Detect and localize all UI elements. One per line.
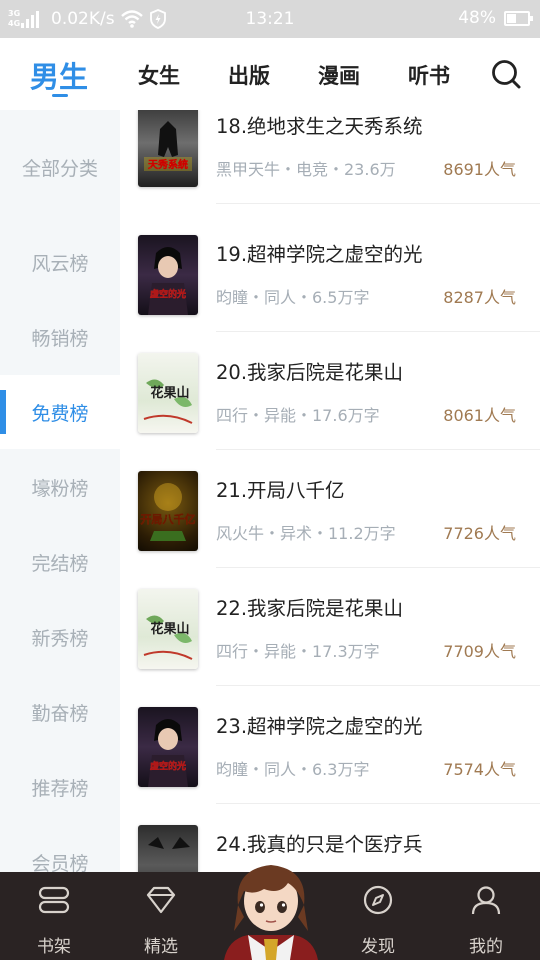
book-cover[interactable]: 花果山 — [138, 589, 198, 669]
cover-title: 虚空的光 — [150, 288, 186, 300]
book-meta: 黑甲天牛・电竞・23.6万 — [216, 160, 396, 179]
sidebar-item-top-fans[interactable]: 壕粉榜 — [0, 450, 120, 524]
list-item[interactable]: 花果山 20.我家后院是花果山 四行・异能・17.6万字 8061人气 — [120, 332, 540, 450]
cover-title: 天秀系统 — [148, 158, 188, 171]
nav-label: 发现 — [361, 937, 395, 957]
active-tab-indicator — [52, 94, 68, 97]
compass-icon — [363, 885, 393, 915]
cover-title: 开局八千亿 — [141, 512, 196, 526]
book-title: 20.我家后院是花果山 — [216, 361, 404, 384]
nav-label: 精选 — [144, 937, 178, 957]
list-item[interactable]: 虚空的光 19.超神学院之虚空的光 昀瞳・同人・6.5万字 8287人气 — [120, 214, 540, 332]
top-tab-bar: 男生 女生 出版 漫画 听书 — [0, 38, 540, 110]
list-item[interactable]: 虚空的光 23.超神学院之虚空的光 昀瞳・同人・6.3万字 7574人气 — [120, 686, 540, 804]
book-cover[interactable] — [138, 825, 198, 872]
sidebar-item-newcomers[interactable]: 新秀榜 — [0, 600, 120, 674]
tab-audiobooks[interactable]: 听书 — [408, 60, 450, 90]
book-cover[interactable]: 虚空的光 — [138, 235, 198, 315]
book-cover[interactable]: 天秀系统 — [138, 110, 198, 187]
nav-profile[interactable]: 我的 — [451, 872, 521, 960]
book-meta: 昀瞳・同人・6.3万字 — [216, 760, 370, 779]
battery-percent: 48% — [458, 8, 496, 28]
row-divider — [216, 203, 540, 204]
sidebar-item-free[interactable]: 免费榜 — [0, 375, 120, 449]
book-meta: 风火牛・异术・11.2万字 — [216, 524, 396, 543]
user-icon — [471, 886, 501, 915]
sidebar-item-completed[interactable]: 完结榜 — [0, 525, 120, 599]
book-popularity: 8061人气 — [443, 406, 516, 425]
book-popularity: 8287人气 — [443, 288, 516, 307]
ranking-sidebar: 全部分类 风云榜 畅销榜 免费榜 壕粉榜 完结榜 新秀榜 勤奋榜 推荐榜 会员榜 — [0, 110, 120, 872]
list-item[interactable]: 天秀系统 18.绝地求生之天秀系统 黑甲天牛・电竞・23.6万 8691人气 — [120, 110, 540, 204]
book-popularity: 7709人气 — [443, 642, 516, 661]
book-title: 19.超神学院之虚空的光 — [216, 243, 423, 266]
book-cover[interactable]: 虚空的光 — [138, 707, 198, 787]
book-title: 21.开局八千亿 — [216, 479, 345, 502]
tab-comics[interactable]: 漫画 — [318, 60, 360, 90]
status-right: 48% — [458, 8, 533, 28]
diamond-icon — [146, 886, 176, 914]
cover-title: 花果山 — [150, 385, 189, 401]
book-meta: 四行・异能・17.6万字 — [216, 406, 380, 425]
sidebar-item-diligent[interactable]: 勤奋榜 — [0, 675, 120, 749]
book-meta: 四行・异能・17.3万字 — [216, 642, 380, 661]
sidebar-item-members[interactable]: 会员榜 — [0, 825, 120, 873]
nav-bookshelf[interactable]: 书架 — [19, 872, 89, 960]
book-title: 23.超神学院之虚空的光 — [216, 715, 423, 738]
search-icon[interactable] — [490, 58, 522, 90]
cover-title: 虚空的光 — [150, 760, 186, 772]
sidebar-item-all-categories[interactable]: 全部分类 — [0, 130, 120, 204]
nav-featured[interactable]: 精选 — [126, 872, 196, 960]
cover-title: 花果山 — [150, 621, 189, 637]
mascot-avatar[interactable] — [218, 855, 324, 960]
battery-icon — [504, 10, 533, 26]
nav-discover[interactable]: 发现 — [343, 872, 413, 960]
sidebar-item-fengyun[interactable]: 风云榜 — [0, 225, 120, 299]
book-popularity: 7574人气 — [443, 760, 516, 779]
nav-label: 书架 — [37, 937, 71, 957]
book-popularity: 7726人气 — [443, 524, 516, 543]
sidebar-item-recommended[interactable]: 推荐榜 — [0, 750, 120, 824]
list-item[interactable]: 开局八千亿 21.开局八千亿 风火牛・异术・11.2万字 7726人气 — [120, 450, 540, 568]
book-popularity: 8691人气 — [443, 160, 516, 179]
tab-female[interactable]: 女生 — [138, 60, 180, 90]
bookshelf-icon — [38, 886, 70, 914]
book-cover[interactable]: 开局八千亿 — [138, 471, 198, 551]
status-bar: 3G 4G 0.02K/s 13:21 48% — [0, 0, 540, 38]
nav-label: 我的 — [469, 937, 503, 957]
sidebar-item-bestseller[interactable]: 畅销榜 — [0, 300, 120, 374]
book-meta: 昀瞳・同人・6.5万字 — [216, 288, 370, 307]
book-title: 18.绝地求生之天秀系统 — [216, 115, 423, 138]
list-item[interactable]: 花果山 22.我家后院是花果山 四行・异能・17.3万字 7709人气 — [120, 568, 540, 686]
tab-male[interactable]: 男生 — [30, 54, 88, 96]
book-list: 天秀系统 18.绝地求生之天秀系统 黑甲天牛・电竞・23.6万 8691人气 虚… — [120, 110, 540, 872]
tab-publish[interactable]: 出版 — [228, 60, 270, 90]
book-cover[interactable]: 花果山 — [138, 353, 198, 433]
book-title: 22.我家后院是花果山 — [216, 597, 404, 620]
book-title: 24.我真的只是个医疗兵 — [216, 833, 423, 856]
list-item[interactable]: 24.我真的只是个医疗兵 — [120, 804, 540, 872]
